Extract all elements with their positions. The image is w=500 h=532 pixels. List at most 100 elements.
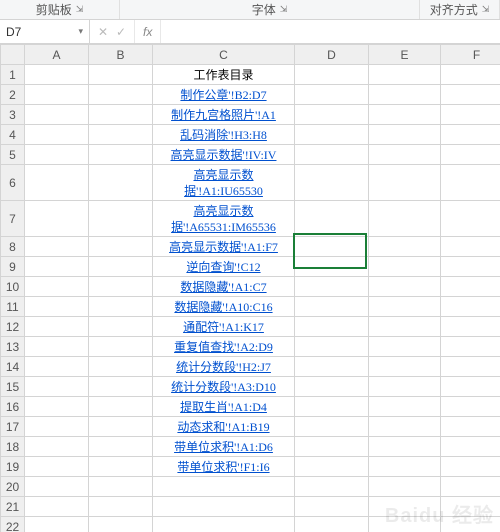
cell[interactable]: [25, 517, 89, 532]
row-header[interactable]: 22: [1, 517, 25, 532]
cell[interactable]: [89, 105, 153, 125]
cell[interactable]: [89, 517, 153, 532]
cell[interactable]: [25, 337, 89, 357]
cell[interactable]: [369, 497, 441, 517]
cell[interactable]: [295, 417, 369, 437]
row-header[interactable]: 18: [1, 437, 25, 457]
column-header-E[interactable]: E: [369, 45, 441, 65]
cell[interactable]: [89, 201, 153, 237]
cell[interactable]: [441, 317, 500, 337]
hyperlink[interactable]: 制作九宫格照片'!A1: [169, 107, 278, 123]
row-header[interactable]: 21: [1, 497, 25, 517]
hyperlink[interactable]: 高亮显示数据'!A1:F7: [167, 239, 280, 255]
hyperlink[interactable]: 数据隐藏'!A1:C7: [178, 279, 268, 295]
row-header[interactable]: 19: [1, 457, 25, 477]
ribbon-group-clipboard[interactable]: 剪贴板 ⇲: [0, 0, 120, 19]
cell[interactable]: [89, 457, 153, 477]
column-header-B[interactable]: B: [89, 45, 153, 65]
cell[interactable]: [295, 257, 369, 277]
cell[interactable]: 带单位求积'!A1:D6: [153, 437, 295, 457]
cell[interactable]: [89, 165, 153, 201]
cell[interactable]: [295, 517, 369, 532]
hyperlink[interactable]: 数据隐藏'!A10:C16: [172, 299, 274, 315]
cell[interactable]: [89, 497, 153, 517]
cell[interactable]: 数据隐藏'!A10:C16: [153, 297, 295, 317]
cell[interactable]: [89, 477, 153, 497]
cell[interactable]: [441, 277, 500, 297]
cell[interactable]: [441, 397, 500, 417]
cell[interactable]: [441, 125, 500, 145]
cell[interactable]: 统计分数段'!A3:D10: [153, 377, 295, 397]
cell[interactable]: [25, 317, 89, 337]
cell[interactable]: [25, 145, 89, 165]
cell[interactable]: [25, 417, 89, 437]
cell[interactable]: [369, 297, 441, 317]
cell[interactable]: [295, 145, 369, 165]
cell[interactable]: [441, 517, 500, 532]
cell[interactable]: [25, 377, 89, 397]
dialog-launcher-icon[interactable]: ⇲: [482, 4, 490, 15]
cell[interactable]: [295, 497, 369, 517]
cell[interactable]: [25, 437, 89, 457]
cell[interactable]: [441, 257, 500, 277]
cell[interactable]: [369, 165, 441, 201]
cell[interactable]: [369, 357, 441, 377]
cell[interactable]: [441, 457, 500, 477]
hyperlink[interactable]: 带单位求积'!A1:D6: [172, 439, 275, 455]
cell[interactable]: [441, 437, 500, 457]
row-header[interactable]: 16: [1, 397, 25, 417]
column-header-A[interactable]: A: [25, 45, 89, 65]
row-header[interactable]: 7: [1, 201, 25, 237]
hyperlink[interactable]: 动态求和'!A1:B19: [175, 419, 271, 435]
row-header[interactable]: 13: [1, 337, 25, 357]
cell[interactable]: [441, 201, 500, 237]
cell[interactable]: [25, 297, 89, 317]
cell[interactable]: [25, 85, 89, 105]
cell[interactable]: [295, 337, 369, 357]
cell[interactable]: [89, 125, 153, 145]
cell[interactable]: [295, 125, 369, 145]
row-header[interactable]: 4: [1, 125, 25, 145]
cell[interactable]: [89, 397, 153, 417]
row-header[interactable]: 1: [1, 65, 25, 85]
hyperlink[interactable]: 乱码消除'!H3:H8: [178, 127, 269, 143]
chevron-down-icon[interactable]: ▾: [78, 26, 83, 37]
select-all-corner[interactable]: [1, 45, 25, 65]
cell[interactable]: [441, 377, 500, 397]
cell[interactable]: [89, 357, 153, 377]
cell[interactable]: [295, 165, 369, 201]
cell[interactable]: [441, 497, 500, 517]
cell[interactable]: 重复值查找'!A2:D9: [153, 337, 295, 357]
cell[interactable]: [369, 337, 441, 357]
cell[interactable]: [369, 201, 441, 237]
cell[interactable]: [441, 337, 500, 357]
cell[interactable]: [441, 477, 500, 497]
worksheet-grid[interactable]: ABCDEF1工作表目录2制作公章'!B2:D73制作九宫格照片'!A14乱码消…: [0, 44, 500, 532]
formula-input[interactable]: [161, 20, 500, 43]
cell[interactable]: [25, 125, 89, 145]
cell[interactable]: [369, 417, 441, 437]
cell[interactable]: [25, 237, 89, 257]
hyperlink[interactable]: 制作公章'!B2:D7: [178, 87, 268, 103]
cell[interactable]: [295, 477, 369, 497]
cell[interactable]: 工作表目录: [153, 65, 295, 85]
cell[interactable]: [295, 201, 369, 237]
row-header[interactable]: 20: [1, 477, 25, 497]
cell[interactable]: [25, 257, 89, 277]
column-header-F[interactable]: F: [441, 45, 500, 65]
cell[interactable]: 高亮显示数据'!A1:F7: [153, 237, 295, 257]
cell[interactable]: [89, 297, 153, 317]
cell[interactable]: [369, 477, 441, 497]
hyperlink[interactable]: 带单位求积'!F1:I6: [175, 459, 271, 475]
cell[interactable]: [25, 397, 89, 417]
cell[interactable]: [25, 357, 89, 377]
cell[interactable]: [89, 437, 153, 457]
dialog-launcher-icon[interactable]: ⇲: [76, 4, 84, 15]
cell[interactable]: [295, 237, 369, 257]
cell[interactable]: [369, 105, 441, 125]
column-header-C[interactable]: C: [153, 45, 295, 65]
cell[interactable]: [89, 145, 153, 165]
cell[interactable]: 高亮显示数据'!A65531:IM65536: [153, 201, 295, 237]
fx-icon[interactable]: fx: [135, 20, 161, 43]
cell[interactable]: [441, 297, 500, 317]
